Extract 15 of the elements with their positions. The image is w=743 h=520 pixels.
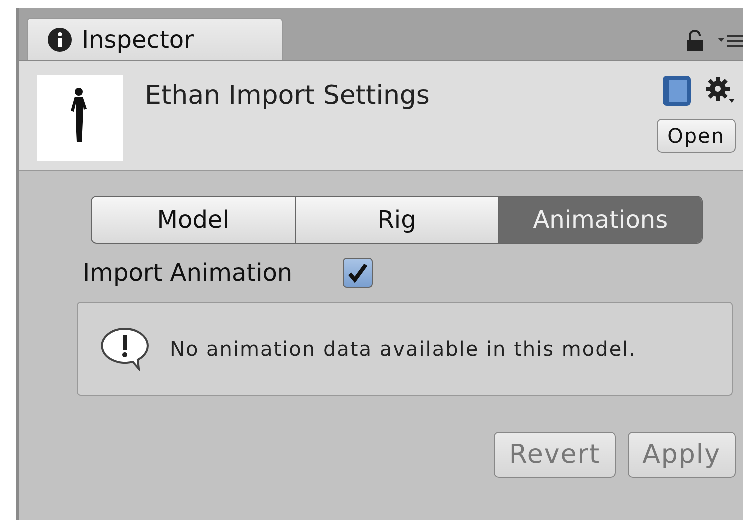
help-book-icon[interactable] (662, 75, 692, 107)
inspector-tab[interactable]: Inspector (27, 18, 283, 60)
asset-title: Ethan Import Settings (145, 81, 431, 113)
lock-icon[interactable] (686, 30, 704, 52)
info-icon (48, 28, 72, 52)
import-animation-label: Import Animation (83, 259, 293, 287)
open-button[interactable]: Open (656, 119, 736, 153)
segment-tab[interactable]: Animations (498, 197, 702, 243)
speech-bubble-icon (100, 327, 150, 371)
segment-tab[interactable]: Rig (294, 197, 498, 243)
segment-tab[interactable]: Model (92, 197, 295, 243)
settings-icon[interactable] (706, 77, 736, 105)
help-message: No animation data available in this model. (170, 337, 637, 361)
import-animation-checkbox[interactable] (342, 258, 373, 288)
menu-icon[interactable] (718, 33, 743, 49)
